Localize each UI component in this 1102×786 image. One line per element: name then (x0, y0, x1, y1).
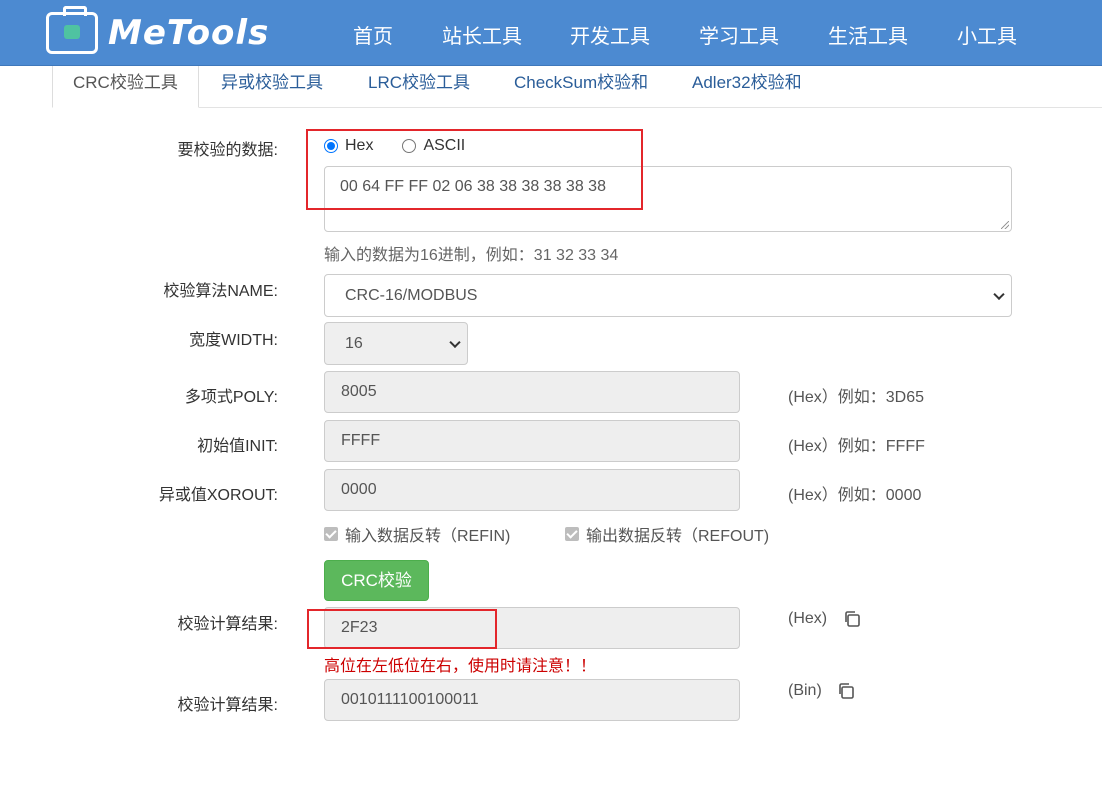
nav-life-tools[interactable]: 生活工具 (828, 20, 908, 49)
width-label: 宽度WIDTH: (189, 332, 278, 349)
nav-dev-tools[interactable]: 开发工具 (570, 20, 650, 49)
refin-option: 输入数据反转（REFIN) (324, 522, 510, 546)
result-bin-label: 校验计算结果: (177, 697, 278, 714)
tab-checksum[interactable]: CheckSum校验和 (494, 66, 668, 108)
toolbox-icon (46, 6, 98, 54)
width-select[interactable]: 16 (324, 322, 468, 365)
resize-handle-icon[interactable] (1001, 221, 1009, 229)
tab-xor[interactable]: 异或校验工具 (201, 66, 343, 108)
copy-icon[interactable] (837, 682, 855, 700)
refout-option: 输出数据反转（REFOUT) (565, 522, 769, 546)
bit-order-warning: 高位在左低位在右，使用时请注意！！ (324, 658, 597, 675)
chevron-down-icon (449, 336, 461, 348)
algo-select[interactable]: CRC-16/MODBUS (324, 274, 1012, 317)
refin-label: 输入数据反转（REFIN) (345, 528, 511, 545)
xorout-label: 异或值XOROUT: (158, 487, 278, 504)
chevron-down-icon (993, 288, 1005, 300)
tab-adler32[interactable]: Adler32校验和 (672, 66, 822, 108)
poly-input[interactable]: 8005 (324, 371, 740, 413)
result-hex-hint: (Hex) (788, 610, 828, 627)
crc-calculate-button[interactable]: CRC校验 (324, 560, 429, 601)
data-label: 要校验的数据: (177, 142, 278, 159)
copy-icon[interactable] (843, 610, 861, 628)
nav-webmaster-tools[interactable]: 站长工具 (442, 20, 522, 49)
result-bin-hint: (Bin) (788, 682, 822, 699)
site-logo[interactable]: MeTools (46, 6, 276, 56)
init-label: 初始值INIT: (197, 438, 278, 455)
refout-label: 输出数据反转（REFOUT) (586, 528, 770, 545)
highlight-box-result (307, 609, 497, 649)
refin-checkbox[interactable] (324, 527, 338, 541)
poly-label: 多项式POLY: (184, 389, 278, 406)
tab-lrc[interactable]: LRC校验工具 (348, 66, 490, 108)
nav-study-tools[interactable]: 学习工具 (699, 20, 779, 49)
top-navbar: MeTools 首页 站长工具 开发工具 学习工具 生活工具 小工具 (0, 0, 1102, 66)
poly-hint: (Hex）例如：3D65 (788, 389, 925, 406)
algo-value: CRC-16/MODBUS (345, 286, 478, 304)
result-hex-label: 校验计算结果: (177, 616, 278, 633)
logo-text: MeTools (108, 13, 270, 53)
highlight-box-data (306, 129, 643, 210)
nav-mini-tools[interactable]: 小工具 (957, 20, 1017, 49)
tool-tabs: CRC校验工具 异或校验工具 LRC校验工具 CheckSum校验和 Adler… (52, 66, 1102, 108)
algo-label: 校验算法NAME: (163, 283, 278, 300)
init-hint: (Hex）例如：FFFF (788, 438, 925, 455)
result-bin-output[interactable]: 0010111100100011 (324, 679, 740, 721)
init-input[interactable]: FFFF (324, 420, 740, 462)
data-help-text: 输入的数据为16进制，例如：31 32 33 34 (324, 247, 619, 264)
nav-home[interactable]: 首页 (353, 20, 393, 49)
width-value: 16 (345, 334, 363, 352)
xorout-hint: (Hex）例如：0000 (788, 487, 922, 504)
refout-checkbox[interactable] (565, 527, 579, 541)
tab-crc[interactable]: CRC校验工具 (52, 66, 199, 108)
xorout-input[interactable]: 0000 (324, 469, 740, 511)
